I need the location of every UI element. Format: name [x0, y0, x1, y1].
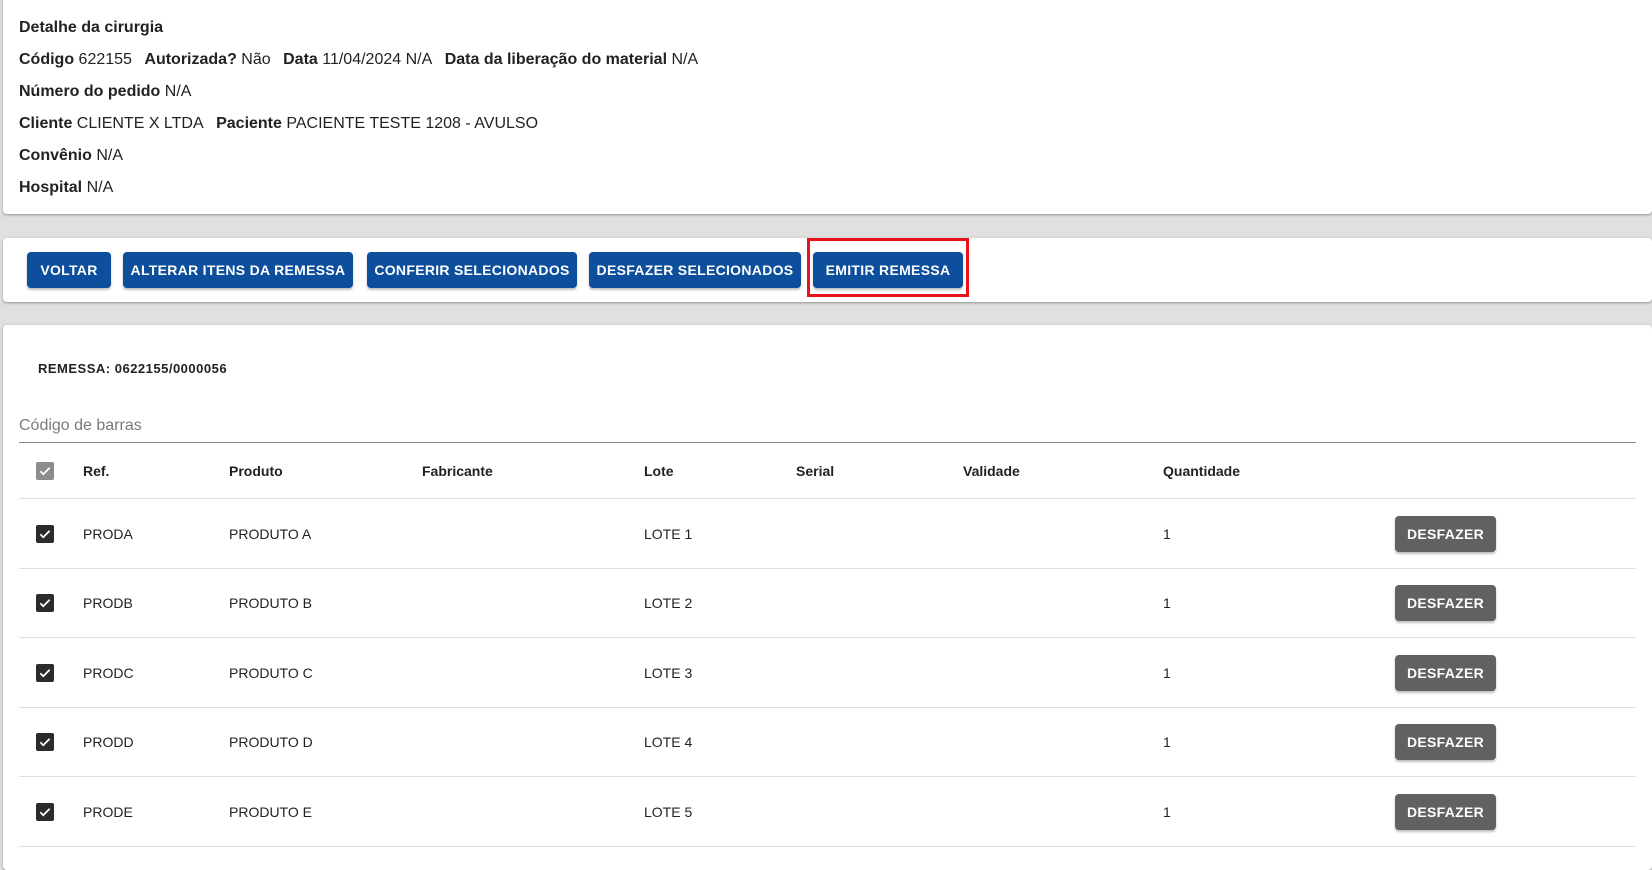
detail-line-cliente: Cliente CLIENTE X LTDA Paciente PACIENTE…: [19, 114, 1636, 134]
select-all-checkbox[interactable]: [36, 461, 54, 480]
row-action-cell: DESFAZER: [1395, 638, 1496, 707]
hospital-value: N/A: [86, 179, 114, 196]
emitir-remessa-button[interactable]: EMITIR REMESSA: [813, 252, 963, 288]
row-action-cell: DESFAZER: [1395, 777, 1496, 846]
cell-quantidade: 1: [1163, 664, 1171, 681]
convenio-label: Convênio: [19, 147, 92, 164]
check-icon: [39, 599, 51, 608]
desfazer-button[interactable]: DESFAZER: [1395, 515, 1496, 552]
remessa-card: REMESSA: 0622155/0000056 Ref. Produto Fa…: [3, 325, 1652, 870]
paciente-label: Paciente: [216, 115, 282, 132]
desfazer-button[interactable]: DESFAZER: [1395, 793, 1496, 830]
cell-ref: PRODE: [83, 803, 133, 820]
table-row: PRODC PRODUTO C LOTE 3 1 DESFAZER: [19, 638, 1636, 708]
check-icon: [39, 529, 51, 538]
detail-line-codigo: Código 622155 Autorizada? Não Data 11/04…: [19, 50, 1636, 70]
detail-title: Detalhe da cirurgia: [19, 14, 1636, 38]
check-icon: [39, 807, 51, 816]
check-icon: [39, 466, 51, 475]
cell-ref: PRODC: [83, 664, 134, 681]
data-label: Data: [283, 51, 318, 68]
col-fabricante: Fabricante: [422, 462, 493, 479]
cell-produto: PRODUTO C: [229, 664, 313, 681]
codigo-label: Código: [19, 51, 75, 68]
alterar-itens-button[interactable]: ALTERAR ITENS DA REMESSA: [123, 252, 353, 288]
row-checkbox[interactable]: [36, 733, 54, 751]
cell-lote: LOTE 2: [644, 595, 693, 611]
cell-lote: LOTE 5: [644, 803, 693, 820]
row-checkbox[interactable]: [36, 594, 54, 612]
cliente-value: CLIENTE X LTDA: [76, 115, 204, 132]
hospital-label: Hospital: [19, 179, 83, 196]
paciente-value: PACIENTE TESTE 1208 - AVULSO: [286, 115, 539, 132]
pedido-value: N/A: [164, 83, 192, 100]
autorizada-label: Autorizada?: [144, 51, 237, 68]
cell-produto: PRODUTO B: [229, 595, 312, 611]
cell-lote: LOTE 4: [644, 734, 693, 750]
cell-produto: PRODUTO A: [229, 525, 312, 542]
table-row: PRODE PRODUTO E LOTE 5 1 DESFAZER: [19, 777, 1636, 847]
detail-line-hospital: Hospital N/A: [19, 178, 1636, 198]
desfazer-button[interactable]: DESFAZER: [1395, 724, 1496, 760]
row-checkbox[interactable]: [36, 663, 54, 682]
desfazer-selecionados-button[interactable]: DESFAZER SELECIONADOS: [589, 252, 801, 288]
liberacao-label: Data da liberação do material: [444, 51, 668, 68]
check-icon: [39, 668, 51, 677]
cell-ref: PRODA: [83, 525, 133, 542]
cell-lote: LOTE 3: [644, 664, 693, 681]
cell-quantidade: 1: [1163, 595, 1171, 611]
table-row: PRODD PRODUTO D LOTE 4 1 DESFAZER: [19, 708, 1636, 777]
col-produto: Produto: [229, 462, 283, 479]
data-value: 11/04/2024 N/A: [322, 51, 433, 68]
row-checkbox-cell: [36, 638, 54, 707]
cell-quantidade: 1: [1163, 734, 1171, 750]
cell-produto: PRODUTO D: [229, 734, 313, 750]
row-checkbox-cell: [36, 777, 54, 846]
col-quantidade: Quantidade: [1163, 462, 1241, 479]
col-validade: Validade: [963, 462, 1020, 479]
voltar-button[interactable]: VOLTAR: [27, 252, 111, 288]
conferir-selecionados-button[interactable]: CONFERIR SELECIONADOS: [367, 252, 577, 288]
row-checkbox-cell: [36, 569, 54, 637]
table-row: PRODB PRODUTO B LOTE 2 1 DESFAZER: [19, 569, 1636, 638]
autorizada-value: Não: [241, 51, 271, 68]
desfazer-button[interactable]: DESFAZER: [1395, 654, 1496, 691]
barcode-input[interactable]: [19, 413, 1636, 443]
convenio-value: N/A: [96, 147, 124, 164]
cell-produto: PRODUTO E: [229, 803, 312, 820]
row-action-cell: DESFAZER: [1395, 499, 1496, 568]
cell-ref: PRODB: [83, 595, 133, 611]
select-all-cell: [36, 443, 54, 498]
codigo-value: 622155: [78, 51, 132, 68]
cliente-label: Cliente: [19, 115, 73, 132]
detail-line-pedido: Número do pedido N/A: [19, 82, 1636, 102]
col-lote: Lote: [644, 462, 674, 479]
row-checkbox-cell: [36, 708, 54, 776]
cell-quantidade: 1: [1163, 525, 1171, 542]
liberacao-value: N/A: [671, 51, 699, 68]
desfazer-button[interactable]: DESFAZER: [1395, 585, 1496, 621]
pedido-label: Número do pedido: [19, 83, 161, 100]
row-checkbox-cell: [36, 499, 54, 568]
col-serial: Serial: [796, 462, 835, 479]
row-checkbox[interactable]: [36, 524, 54, 543]
table-row: PRODA PRODUTO A LOTE 1 1 DESFAZER: [19, 499, 1636, 569]
cell-lote: LOTE 1: [644, 525, 693, 542]
cell-quantidade: 1: [1163, 803, 1171, 820]
row-checkbox[interactable]: [36, 802, 54, 821]
detail-line-convenio: Convênio N/A: [19, 146, 1636, 166]
col-ref: Ref.: [83, 462, 110, 479]
remessa-title: REMESSA: 0622155/0000056: [38, 361, 228, 376]
check-icon: [39, 738, 51, 747]
surgery-detail-card: Detalhe da cirurgia Código 622155 Autori…: [3, 0, 1652, 214]
actions-toolbar: VOLTAR ALTERAR ITENS DA REMESSA CONFERIR…: [3, 238, 1652, 302]
page-title: Detalhe da cirurgia: [19, 19, 164, 36]
row-action-cell: DESFAZER: [1395, 708, 1496, 776]
row-action-cell: DESFAZER: [1395, 569, 1496, 637]
table-header: Ref. Produto Fabricante Lote Serial Vali…: [19, 443, 1636, 499]
cell-ref: PRODD: [83, 734, 134, 750]
